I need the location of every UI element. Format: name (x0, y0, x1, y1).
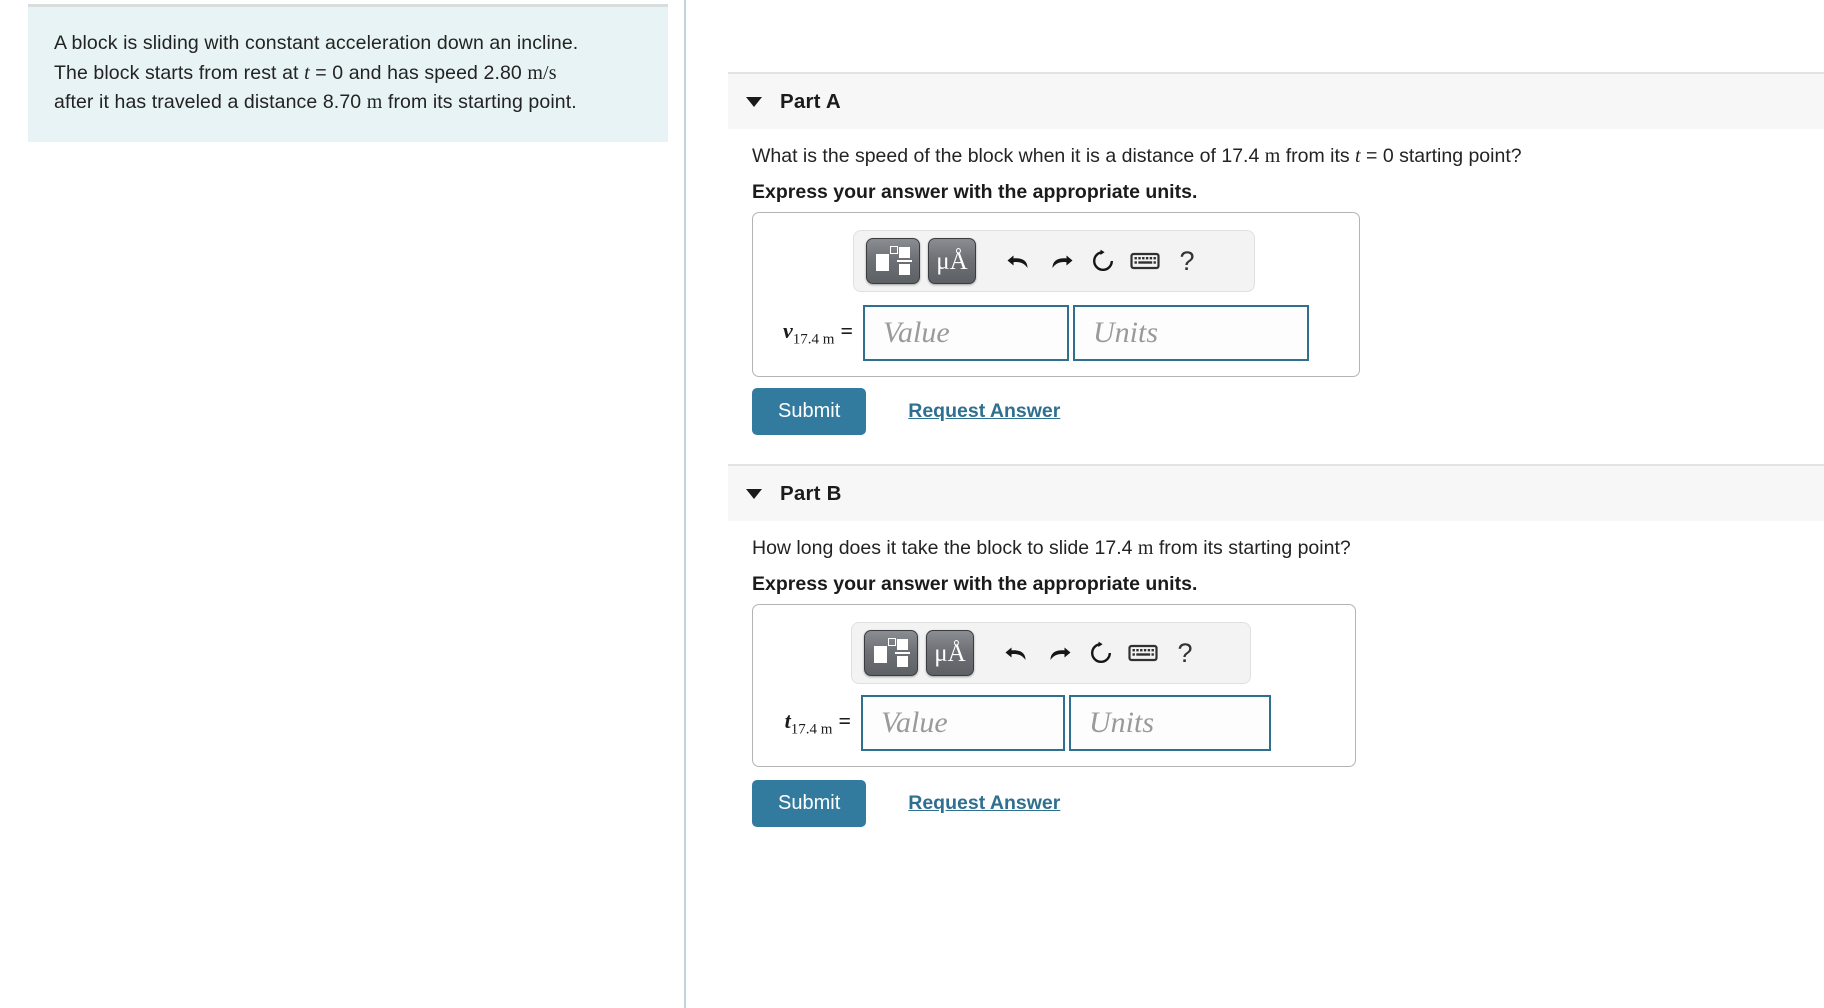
express-a-label: Express your answer with the appropriate… (752, 181, 1198, 203)
part-a-question: What is the speed of the block when it i… (686, 142, 1824, 170)
submit-button-b[interactable]: Submit (752, 780, 867, 827)
units-button-label-a: μÅ (936, 247, 968, 275)
value-placeholder-b: Value (881, 706, 948, 739)
request-answer-link-a[interactable]: Request Answer (908, 400, 1060, 423)
undo-icon[interactable] (996, 633, 1038, 673)
part-b-question: How long does it take the block to slide… (686, 534, 1824, 562)
equals-sign-a: = (840, 317, 853, 343)
variable-subscript-b: 17.4 m (790, 721, 833, 738)
problem-statement-card: A block is sliding with constant acceler… (28, 4, 668, 142)
units-button-b[interactable]: μÅ (926, 630, 974, 676)
part-header-a[interactable]: Part A (728, 72, 1824, 129)
variable-label-b: t17.4 m = (767, 708, 851, 738)
help-icon[interactable]: ? (1166, 241, 1208, 281)
variable-subscript-a: 17.4 m (792, 331, 835, 348)
statement-line-3-a: after it has traveled a distance 8.70 (54, 91, 367, 113)
equals-sign-b: = (838, 707, 851, 733)
answer-row-a: v17.4 m = Value Units (769, 305, 1309, 361)
math-toolbar-b: μÅ ? (851, 622, 1251, 684)
statement-units-m: m (366, 91, 383, 113)
answer-box-b: μÅ ? t17.4 m = Value Units (752, 604, 1356, 767)
math-toolbar-a: μÅ ? (853, 230, 1255, 292)
submit-row-b: Submit Request Answer (752, 780, 1060, 827)
undo-icon[interactable] (998, 241, 1040, 281)
math-template-button-a[interactable] (866, 238, 920, 284)
math-template-icon (875, 246, 912, 276)
reset-icon[interactable] (1080, 633, 1122, 673)
units-button-label-b: μÅ (934, 639, 966, 667)
statement-line-1: A block is sliding with constant acceler… (54, 32, 579, 54)
chevron-down-icon[interactable] (746, 488, 762, 499)
variable-symbol-a: v (783, 317, 793, 343)
qb-units: m (1137, 537, 1154, 559)
express-b-label: Express your answer with the appropriate… (752, 573, 1198, 595)
part-title-a: Part A (780, 89, 841, 113)
answer-box-a: μÅ ? v17.4 m = Value Units (752, 212, 1360, 377)
statement-line-2-b: = 0 and has speed 2.80 (309, 61, 528, 84)
redo-icon[interactable] (1038, 633, 1080, 673)
submit-button-a[interactable]: Submit (752, 388, 867, 435)
units-input-a[interactable]: Units (1073, 305, 1309, 361)
keyboard-icon[interactable] (1122, 633, 1164, 673)
qa-part-2: from its (1280, 145, 1356, 167)
part-b-express: Express your answer with the appropriate… (686, 570, 1824, 598)
statement-line-2-a: The block starts from rest at (54, 61, 305, 84)
keyboard-icon[interactable] (1124, 241, 1166, 281)
part-title-b: Part B (780, 481, 842, 505)
variable-label-a: v17.4 m = (769, 318, 853, 348)
qb-part-2: from its starting point? (1153, 537, 1351, 559)
qa-part-3: = 0 starting point? (1360, 145, 1522, 167)
math-template-button-b[interactable] (864, 630, 918, 676)
qa-units: m (1264, 145, 1281, 167)
answer-row-b: t17.4 m = Value Units (767, 695, 1271, 751)
parts-panel: Part A What is the speed of the block wh… (686, 0, 1824, 1008)
problem-statement-panel: A block is sliding with constant acceler… (0, 0, 685, 1008)
units-placeholder-a: Units (1093, 316, 1159, 349)
help-icon[interactable]: ? (1164, 633, 1206, 673)
units-placeholder-b: Units (1089, 706, 1155, 739)
qb-part-1: How long does it take the block to slide… (752, 537, 1138, 559)
submit-row-a: Submit Request Answer (752, 388, 1060, 435)
redo-icon[interactable] (1040, 241, 1082, 281)
qa-part-1: What is the speed of the block when it i… (752, 145, 1265, 167)
request-answer-link-b[interactable]: Request Answer (908, 792, 1060, 815)
part-header-b[interactable]: Part B (728, 464, 1824, 521)
statement-units-ms: m/s (527, 61, 557, 84)
problem-statement-text: A block is sliding with constant acceler… (54, 29, 642, 118)
chevron-down-icon[interactable] (746, 96, 762, 107)
help-label-b: ? (1177, 637, 1193, 668)
value-input-b[interactable]: Value (861, 695, 1065, 751)
help-label-a: ? (1179, 245, 1195, 276)
units-input-b[interactable]: Units (1069, 695, 1271, 751)
units-button-a[interactable]: μÅ (928, 238, 976, 284)
value-input-a[interactable]: Value (863, 305, 1069, 361)
reset-icon[interactable] (1082, 241, 1124, 281)
statement-line-3-b: from its starting point. (382, 91, 577, 113)
page-root: A block is sliding with constant acceler… (0, 0, 1824, 1008)
value-placeholder-a: Value (883, 316, 950, 349)
part-a-express: Express your answer with the appropriate… (686, 178, 1824, 206)
math-template-icon (873, 638, 910, 668)
